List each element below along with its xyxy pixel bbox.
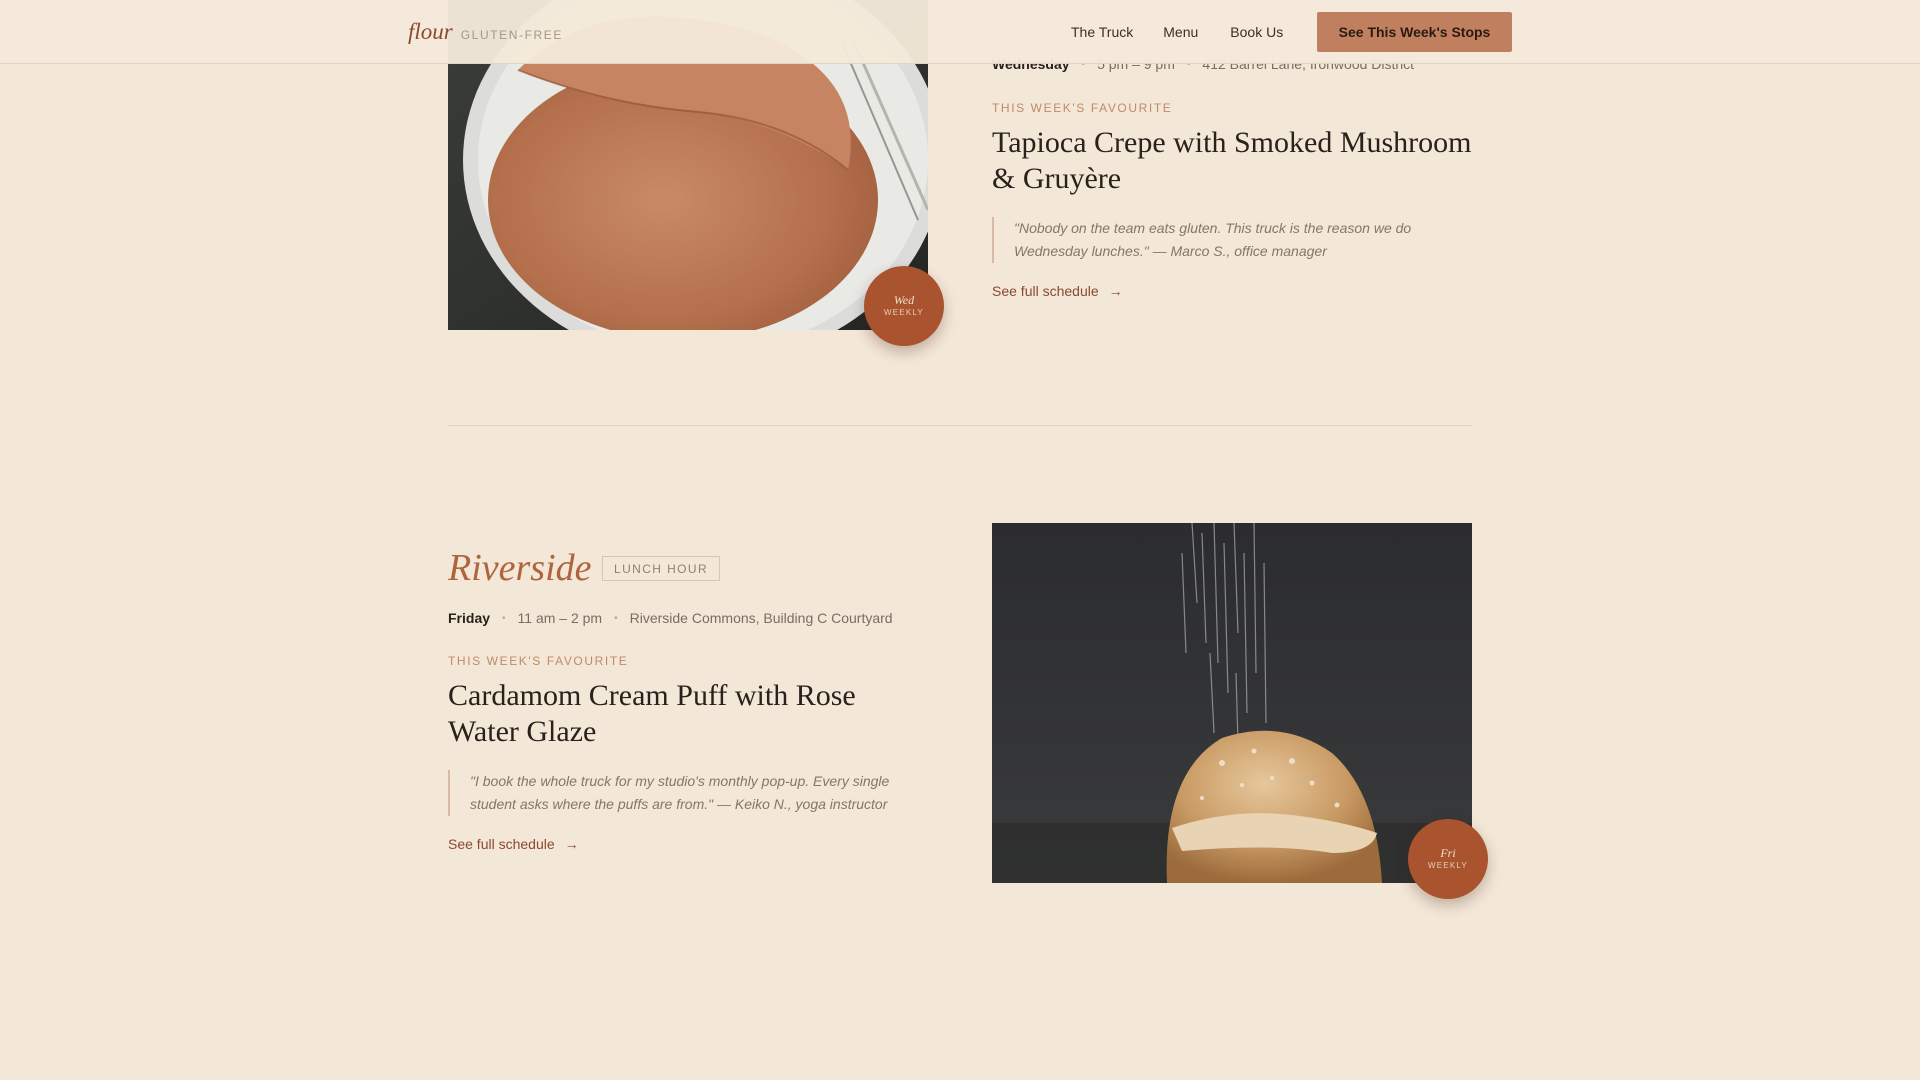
nav-link-book-us[interactable]: Book Us [1230,24,1283,40]
link-label: See full schedule [992,283,1099,299]
quote-line: "I book the whole truck for my studio's … [470,773,890,789]
dot-separator: • [502,612,506,624]
badge-day: Fri [1440,846,1456,860]
cream-puff-photo [992,523,1472,883]
stop2-day: Friday [448,610,491,626]
quote-line: Wednesday lunches." — Marco S., office m… [1014,243,1327,259]
link-label: See full schedule [448,836,555,852]
stop2-tag: LUNCH HOUR [602,556,721,581]
stop1-schedule-link[interactable]: See full schedule → [992,283,1123,299]
quote-line: student asks where the puffs are from." … [470,796,888,812]
dish-title-line: & Gruyère [992,162,1122,195]
badge-frequency: WEEKLY [1428,861,1468,870]
stop2-time: 11 am – 2 pm [517,610,603,626]
badge-day: Wed [893,293,915,307]
stop1-dish-title: Tapioca Crepe with Smoked Mushroom & Gru… [992,125,1472,197]
stop1-favourite-label: THIS WEEK'S FAVOURITE [992,101,1173,115]
arrow-right-icon: → [564,836,579,852]
nav-link-menu[interactable]: Menu [1163,24,1198,40]
dish-title-line: Cardamom Cream Puff with Rose [448,679,856,712]
brand-name: flour [408,19,453,44]
stop1-testimonial: "Nobody on the team eats gluten. This tr… [992,217,1472,263]
stop2-meta: Friday • 11 am – 2 pm • Riverside Common… [448,610,893,626]
stop2-location: Riverside Commons, Building C Courtyard [629,610,893,626]
section-divider [448,425,1472,426]
stop1-day-badge: Wed WEEKLY [864,266,944,346]
stop2-favourite-label: THIS WEEK'S FAVOURITE [448,654,629,668]
brand-logo[interactable]: flour GLUTEN-FREE [408,19,563,45]
nav-link-the-truck[interactable]: The Truck [1071,24,1133,40]
quote-line: "Nobody on the team eats gluten. This tr… [1014,220,1412,236]
site-header: flour GLUTEN-FREE The Truck Menu Book Us… [0,0,1920,64]
main-nav: The Truck Menu Book Us [1071,24,1283,40]
stop2-day-badge: Fri WEEKLY [1408,819,1488,899]
stop2-name: Riverside [448,547,592,589]
badge-frequency: WEEKLY [884,308,924,317]
dot-separator: • [614,612,618,624]
see-stops-button[interactable]: See This Week's Stops [1317,12,1512,52]
dish-title-line: Tapioca Crepe with Smoked Mushroom [992,126,1472,159]
dish-title-line: Water Glaze [448,715,597,748]
stop2-testimonial: "I book the whole truck for my studio's … [448,770,918,816]
arrow-right-icon: → [1108,283,1123,299]
brand-tagline: GLUTEN-FREE [460,28,564,42]
stop2-dish-title: Cardamom Cream Puff with Rose Water Glaz… [448,678,856,750]
stop2-schedule-link[interactable]: See full schedule → [448,836,579,852]
